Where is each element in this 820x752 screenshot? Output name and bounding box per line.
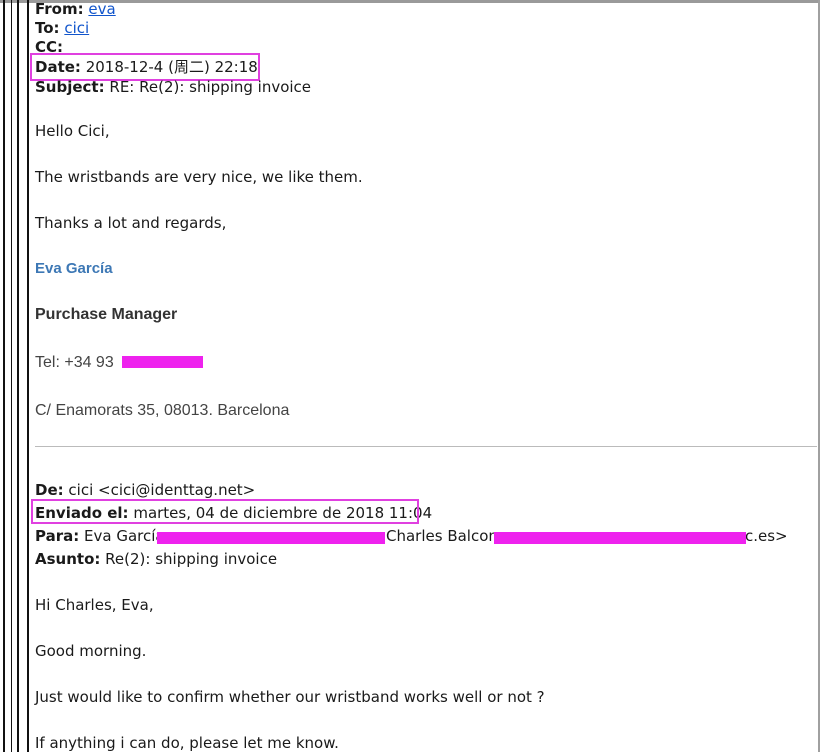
para-label: Para:	[35, 527, 80, 545]
asunto-label: Asunto:	[35, 550, 101, 568]
signature-name: Eva García	[35, 260, 113, 277]
date-highlight-box	[30, 53, 260, 81]
para-recipient-tail: c.es>	[745, 527, 788, 545]
de-value: cici <cici@identtag.net>	[68, 481, 256, 499]
signature-address: C/ Enamorats 35, 08013. Barcelona	[35, 402, 290, 419]
para-recipient-1: Eva García	[84, 527, 165, 545]
from-label: From:	[35, 0, 84, 18]
signature-title: Purchase Manager	[35, 306, 178, 323]
para-recipient-2: Charles Balcom	[386, 527, 504, 545]
redacted-phone	[122, 356, 203, 368]
asunto-row: Asunto: Re(2): shipping invoice	[35, 550, 277, 568]
de-row: De: cici <cici@identtag.net>	[35, 481, 255, 499]
body-line: The wristbands are very nice, we like th…	[35, 168, 363, 186]
to-recipient-link[interactable]: cici	[64, 19, 89, 37]
quote-bar-4	[27, 0, 29, 752]
subject-row: Subject: RE: Re(2): shipping invoice	[35, 78, 311, 96]
body-line: Hello Cici,	[35, 122, 110, 140]
from-row: From: eva	[35, 0, 116, 18]
asunto-value: Re(2): shipping invoice	[105, 550, 278, 568]
redacted-recipient-1	[157, 532, 385, 544]
body-line: Thanks a lot and regards,	[35, 214, 227, 232]
quote-bar-1	[3, 0, 5, 752]
de-label: De:	[35, 481, 64, 499]
redacted-recipient-2	[494, 532, 746, 544]
to-row: To: cici	[35, 19, 89, 37]
to-label: To:	[35, 19, 60, 37]
enviado-highlight-box	[31, 499, 419, 524]
subject-value: RE: Re(2): shipping invoice	[109, 78, 312, 96]
body-line: Hi Charles, Eva,	[35, 596, 154, 614]
body-line: Just would like to confirm whether our w…	[35, 688, 545, 706]
quote-bar-2	[11, 0, 12, 752]
body-line: Good morning.	[35, 642, 147, 660]
body-line: If anything i can do, please let me know…	[35, 734, 339, 752]
subject-label: Subject:	[35, 78, 105, 96]
from-sender-link[interactable]: eva	[88, 0, 115, 18]
quote-bar-3	[17, 0, 19, 752]
signature-tel: Tel: +34 93	[35, 354, 114, 371]
window-top-border	[0, 0, 820, 3]
message-divider	[35, 446, 817, 447]
